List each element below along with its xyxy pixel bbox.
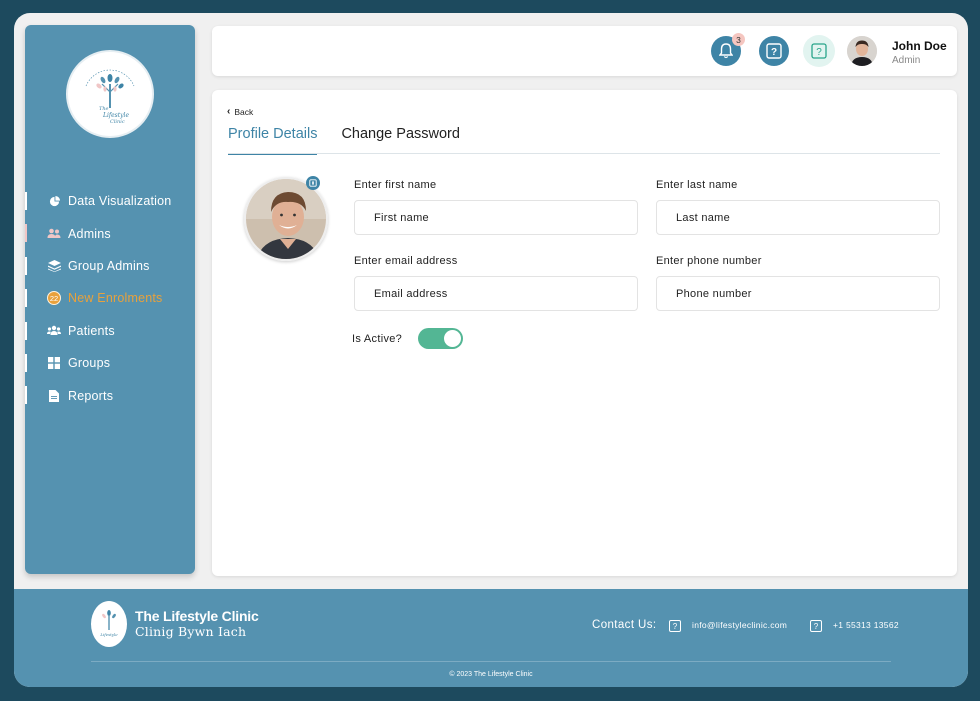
- contact-label: Contact Us:: [592, 619, 657, 631]
- sidebar-item-label: Group Admins: [68, 258, 150, 273]
- sidebar-item-label: Groups: [68, 356, 111, 371]
- sidebar: The Lifestyle Clinic Data Visualization …: [25, 25, 195, 574]
- copyright: © 2023 The Lifestyle Clinic: [449, 671, 533, 678]
- help-icon: ?: [766, 43, 782, 59]
- sidebar-item-reports[interactable]: Reports: [25, 379, 195, 411]
- sidebar-item-label: Admins: [68, 226, 111, 241]
- help-icon: ?: [811, 43, 827, 59]
- toggle-knob: [444, 330, 461, 347]
- first-name-label: Enter first name: [354, 179, 437, 191]
- profile-tabs: Profile Details Change Password: [228, 126, 484, 155]
- tab-profile-details[interactable]: Profile Details: [228, 126, 318, 155]
- profile-photo: [244, 177, 328, 261]
- sidebar-item-groups[interactable]: Groups: [25, 347, 195, 379]
- last-name-label: Enter last name: [656, 179, 738, 191]
- sidebar-item-label: Patients: [68, 323, 115, 338]
- users-icon: [47, 227, 61, 241]
- back-label: Back: [234, 106, 254, 117]
- tab-change-password[interactable]: Change Password: [341, 126, 460, 155]
- footer-email[interactable]: info@lifestyleclinic.com: [692, 620, 787, 630]
- sidebar-nav: Data Visualization Admins Group Admins 2…: [25, 185, 195, 412]
- notification-count-badge: 3: [732, 33, 745, 46]
- bell-icon: [719, 43, 733, 59]
- footer-logo: Lifestyle: [91, 601, 127, 647]
- footer-phone[interactable]: +1 55313 13562: [833, 620, 899, 630]
- tree-logo-icon: Lifestyle: [99, 610, 118, 637]
- user-role: Admin: [892, 55, 921, 66]
- top-bar: 3 ? ? John Doe Admin: [212, 26, 957, 76]
- user-name: John Doe: [892, 39, 947, 53]
- sidebar-item-patients[interactable]: Patients: [25, 315, 195, 347]
- chevron-left-icon: ‹: [227, 106, 231, 117]
- app-frame: The Lifestyle Clinic Data Visualization …: [14, 13, 968, 687]
- pie-chart-icon: [47, 194, 61, 208]
- sidebar-item-data-visualization[interactable]: Data Visualization: [25, 185, 195, 217]
- footer-title: The Lifestyle Clinic: [135, 608, 259, 624]
- document-icon: [47, 389, 61, 403]
- first-name-input[interactable]: [354, 200, 638, 235]
- edit-icon: [309, 179, 317, 187]
- sidebar-item-label: Data Visualization: [68, 194, 172, 209]
- is-active-toggle[interactable]: [418, 328, 463, 349]
- footer-subtitle: Clinig Bywn Iach: [135, 624, 247, 639]
- phone-label: Enter phone number: [656, 255, 762, 267]
- tree-logo-icon: The Lifestyle Clinic: [85, 69, 135, 125]
- sidebar-item-new-enrolments[interactable]: 22 New Enrolments: [25, 282, 195, 314]
- help-button[interactable]: ?: [759, 36, 789, 66]
- email-label: Enter email address: [354, 255, 458, 267]
- svg-text:Lifestyle: Lifestyle: [102, 112, 129, 119]
- enrolment-count-badge: 22: [47, 291, 61, 306]
- is-active-label: Is Active?: [352, 333, 403, 345]
- support-button[interactable]: ?: [803, 35, 835, 67]
- group-icon: [47, 324, 61, 338]
- footer: Lifestyle The Lifestyle Clinic Clinig By…: [14, 589, 968, 687]
- sidebar-item-label: Reports: [68, 388, 114, 403]
- tab-divider: [228, 153, 940, 154]
- phone-icon: ?: [810, 620, 822, 632]
- svg-text:?: ?: [816, 47, 822, 58]
- email-icon: ?: [669, 620, 681, 632]
- last-name-input[interactable]: [656, 200, 940, 235]
- svg-text:?: ?: [771, 47, 777, 58]
- sidebar-item-group-admins[interactable]: Group Admins: [25, 250, 195, 282]
- sidebar-item-admins[interactable]: Admins: [25, 217, 195, 249]
- footer-divider: [91, 661, 891, 662]
- phone-input[interactable]: [656, 276, 940, 311]
- grid-icon: [47, 356, 61, 370]
- svg-text:Clinic: Clinic: [110, 119, 125, 125]
- edit-photo-button[interactable]: [306, 176, 320, 190]
- user-avatar[interactable]: [847, 36, 877, 66]
- back-link[interactable]: ‹ Back: [227, 106, 253, 117]
- clinic-logo: The Lifestyle Clinic: [66, 50, 154, 138]
- email-input[interactable]: [354, 276, 638, 311]
- svg-text:Lifestyle: Lifestyle: [99, 632, 118, 637]
- layers-icon: [47, 259, 61, 273]
- profile-card: ‹ Back Profile Details Change Password E…: [212, 90, 957, 576]
- sidebar-item-label: New Enrolments: [68, 291, 163, 306]
